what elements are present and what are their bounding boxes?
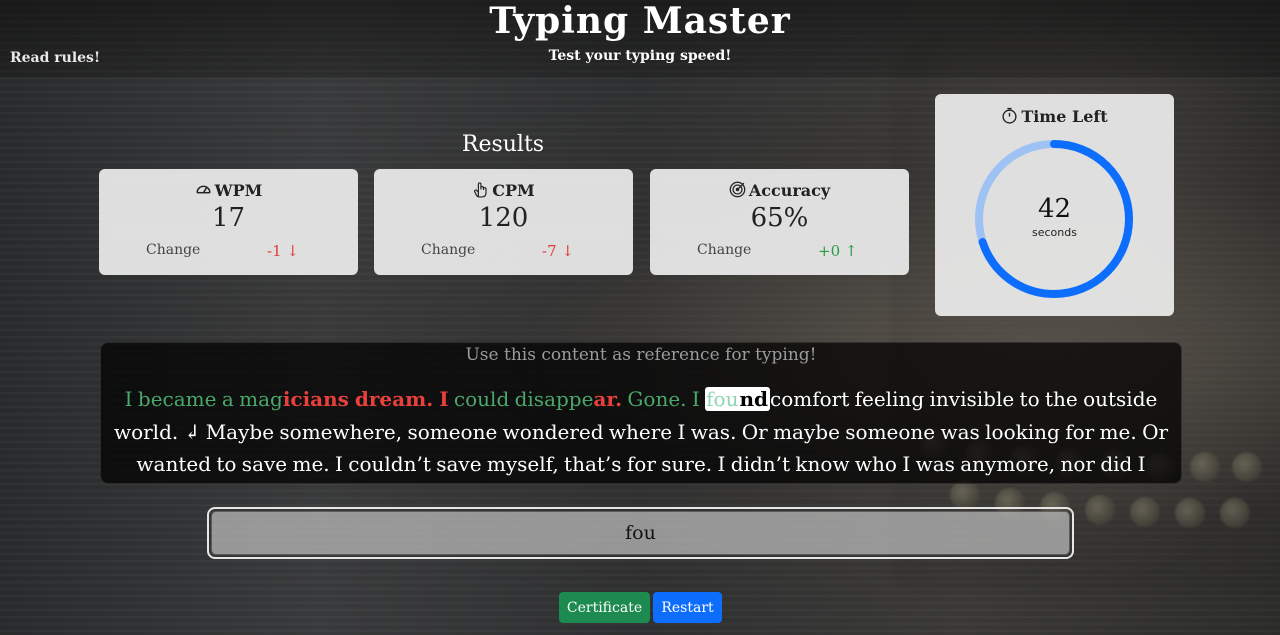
certificate-button[interactable]: Certificate [559,592,650,623]
text-correct: could disappe [448,387,594,411]
typewriter-key-decoration [1190,452,1220,482]
time-left-unit: seconds [1032,226,1077,239]
typewriter-key-decoration [1085,495,1115,525]
cpm-label: CPM [374,181,633,200]
wpm-card: WPM 17 Change -1 ↓ [99,169,358,275]
text-correct: Gone. I [622,387,706,411]
cpm-change-label: Change [421,242,476,258]
wpm-label: WPM [99,181,358,200]
typing-input-frame [207,507,1074,559]
accuracy-label-text: Accuracy [748,181,831,200]
wpm-value: 17 [211,203,246,233]
restart-button[interactable]: Restart [653,592,722,623]
typewriter-key-decoration [1130,497,1160,527]
reference-hint: Use this content as reference for typing… [465,345,817,365]
typewriter-key-decoration [1220,498,1250,528]
text-correct: I became a mag [124,387,283,411]
time-left-card: Time Left 42 seconds [935,94,1174,316]
accuracy-change-label: Change [697,242,752,258]
wpm-label-text: WPM [214,181,263,200]
target-icon [729,181,746,198]
gauge-icon [196,185,211,194]
reference-text-box: Use this content as reference for typing… [100,342,1182,484]
header-bar: Typing Master Test your typing speed! Re… [0,0,1280,78]
wpm-change-value: -1 ↓ [267,242,299,260]
time-left-value: 42 [1037,194,1072,224]
accuracy-card: Accuracy 65% Change +0 ↑ [650,169,909,275]
text-incorrect: ar. [593,387,623,411]
typewriter-key-decoration [1175,498,1205,528]
cpm-value: 120 [478,203,529,233]
accuracy-value: 65% [750,203,809,233]
wpm-change-label: Change [146,242,201,258]
app-subtitle: Test your typing speed! [548,48,732,64]
accuracy-label: Accuracy [650,181,909,200]
app-title: Typing Master [489,0,791,42]
cpm-label-text: CPM [492,181,535,200]
time-left-label: Time Left [935,107,1174,126]
time-left-text: Time Left [1021,107,1108,126]
text-incorrect: icians dream. I [282,387,449,411]
current-word-typed: fou [705,387,740,411]
current-word-remaining: nd [739,387,770,411]
typing-input[interactable] [211,511,1070,555]
cpm-change-value: -7 ↓ [542,242,574,260]
reference-text: I became a magicians dream. I could disa… [101,383,1181,481]
stopwatch-icon [1002,107,1017,124]
cpm-card: CPM 120 Change -7 ↓ [374,169,633,275]
accuracy-change-value: +0 ↑ [818,242,858,260]
typewriter-key-decoration [950,480,980,510]
typewriter-key-decoration [1232,452,1262,482]
results-heading: Results [461,132,545,157]
pointer-hand-icon [474,182,487,198]
read-rules-link[interactable]: Read rules! [10,50,100,66]
